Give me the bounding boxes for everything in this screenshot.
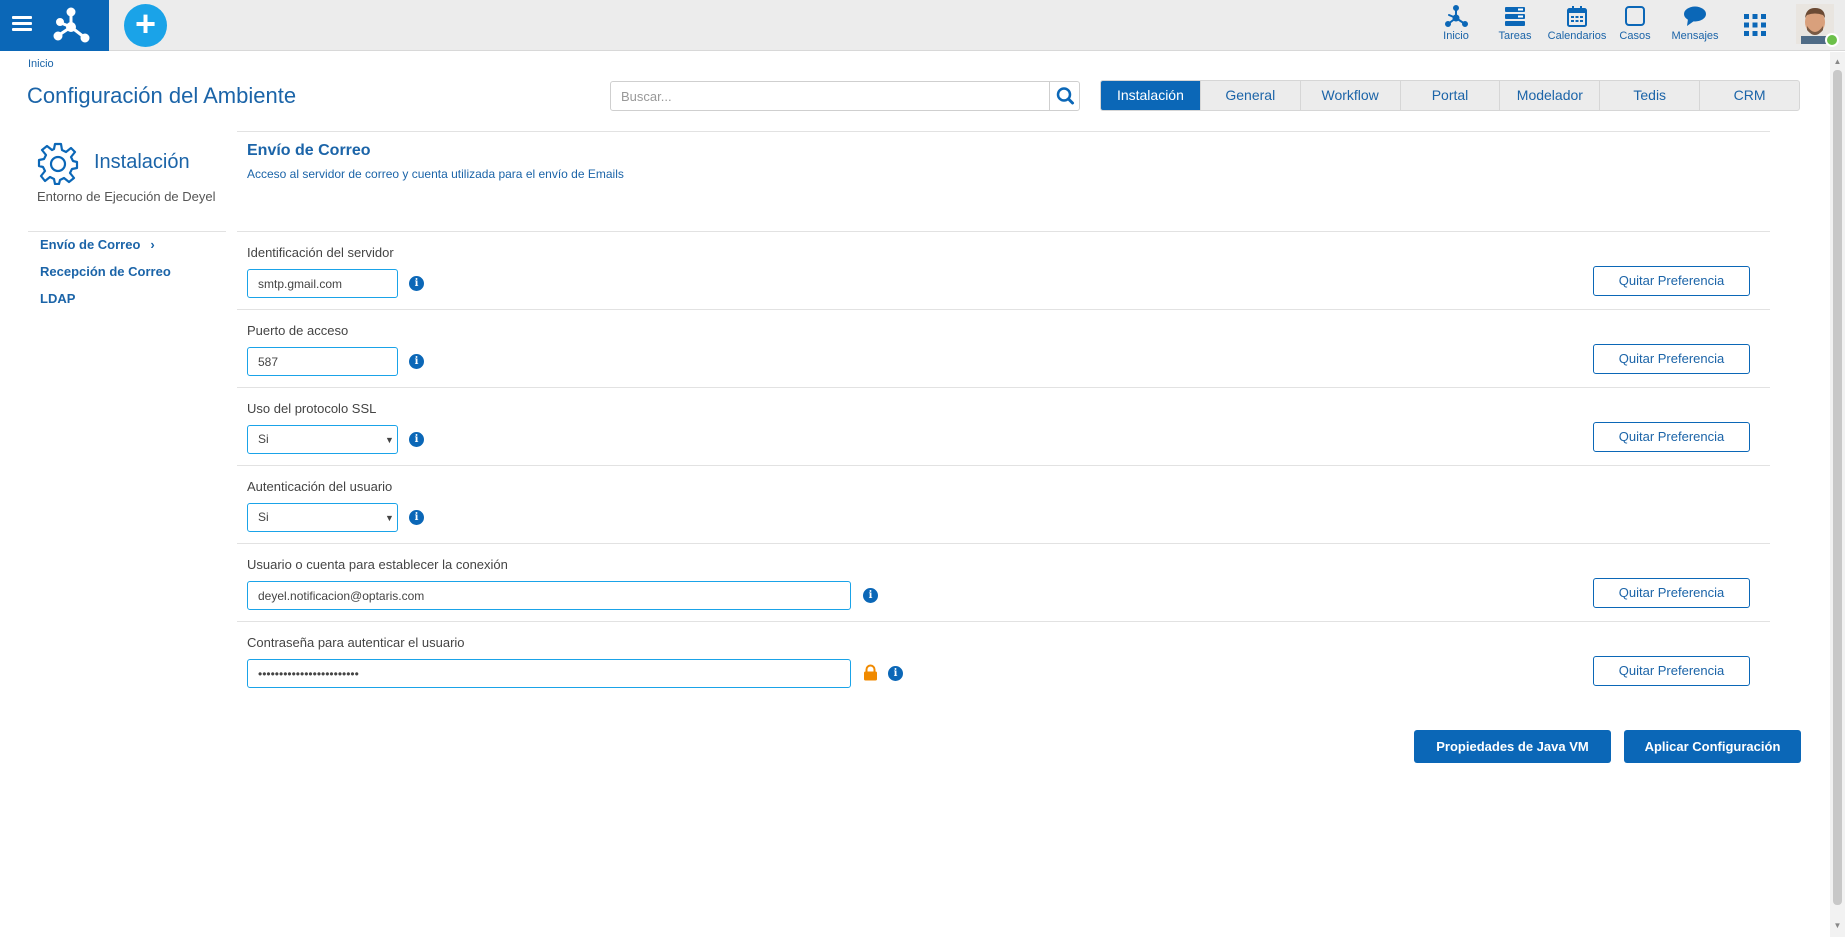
password-input[interactable] xyxy=(247,659,851,688)
sidebar-item-ldap[interactable]: LDAP xyxy=(40,288,171,315)
deyel-logo-icon[interactable] xyxy=(51,5,91,45)
breadcrumb[interactable]: Inicio xyxy=(28,58,54,70)
ssl-select[interactable]: Si xyxy=(247,425,398,454)
form-row-ssl: Uso del protocolo SSL Si ▼ i Quitar Pref… xyxy=(237,388,1770,466)
tab-modelador[interactable]: Modelador xyxy=(1500,81,1601,110)
tab-tedis[interactable]: Tedis xyxy=(1600,81,1701,110)
home-network-icon xyxy=(1445,5,1468,27)
java-vm-properties-button[interactable]: Propiedades de Java VM xyxy=(1414,730,1611,763)
info-icon[interactable]: i xyxy=(888,666,903,681)
info-icon[interactable]: i xyxy=(409,354,424,369)
server-input[interactable] xyxy=(247,269,398,298)
brand-block xyxy=(0,0,109,51)
page-title: Configuración del Ambiente xyxy=(27,83,297,108)
auth-select[interactable]: Si xyxy=(247,503,398,532)
top-bar: + Inicio Tareas Calendarios Casos Mensaj… xyxy=(0,0,1845,51)
form-row-user: Usuario o cuenta para establecer la cone… xyxy=(237,544,1770,622)
search-button[interactable] xyxy=(1049,82,1079,110)
search-input[interactable] xyxy=(611,82,1051,110)
field-label: Contraseña para autenticar el usuario xyxy=(247,635,465,650)
hamburger-menu-icon[interactable] xyxy=(10,13,34,37)
search-box xyxy=(610,81,1080,111)
chevron-right-icon: › xyxy=(150,237,155,252)
content-divider xyxy=(237,131,1770,132)
field-label: Autenticación del usuario xyxy=(247,479,393,494)
lock-icon[interactable] xyxy=(863,664,878,681)
scrollbar-thumb[interactable] xyxy=(1833,70,1842,905)
apps-grid-icon[interactable] xyxy=(1743,13,1767,37)
tab-instalacion[interactable]: Instalación xyxy=(1101,81,1201,110)
field-label: Uso del protocolo SSL xyxy=(247,401,377,416)
tab-general[interactable]: General xyxy=(1201,81,1301,110)
online-status-dot xyxy=(1825,33,1839,47)
user-account-input[interactable] xyxy=(247,581,851,610)
apply-configuration-button[interactable]: Aplicar Configuración xyxy=(1624,730,1801,763)
section-title: Instalación xyxy=(94,151,190,173)
remove-preference-button[interactable]: Quitar Preferencia xyxy=(1593,344,1750,374)
form-row-password: Contraseña para autenticar el usuario i … xyxy=(237,622,1770,700)
nav-label: Mensajes xyxy=(1671,30,1719,42)
remove-preference-button[interactable]: Quitar Preferencia xyxy=(1593,266,1750,296)
field-label: Puerto de acceso xyxy=(247,323,349,338)
sidebar-nav: Envío de Correo › Recepción de Correo LDA… xyxy=(40,234,171,315)
field-label: Usuario o cuenta para establecer la cone… xyxy=(247,557,508,572)
sidebar-divider xyxy=(28,231,226,232)
sidebar-item-label: Envío de Correo xyxy=(40,237,141,252)
add-new-button[interactable]: + xyxy=(124,4,167,47)
sidebar-item-label: Recepción de Correo xyxy=(40,264,171,279)
sidebar-item-label: LDAP xyxy=(40,291,76,306)
sidebar-item-recepcion-correo[interactable]: Recepción de Correo xyxy=(40,261,171,288)
tab-crm[interactable]: CRM xyxy=(1700,81,1799,110)
section-subtitle: Entorno de Ejecución de Deyel xyxy=(37,189,216,204)
nav-tareas[interactable]: Tareas xyxy=(1480,5,1550,49)
calendar-icon xyxy=(1567,6,1587,27)
messages-icon xyxy=(1684,6,1706,26)
scroll-up-icon[interactable]: ▲ xyxy=(1833,58,1842,66)
port-input[interactable] xyxy=(247,347,398,376)
cases-icon xyxy=(1625,6,1645,26)
scroll-down-icon[interactable]: ▼ xyxy=(1833,922,1842,930)
info-icon[interactable]: i xyxy=(409,510,424,525)
tab-portal[interactable]: Portal xyxy=(1401,81,1501,110)
search-icon xyxy=(1056,87,1074,105)
config-tabs: Instalación General Workflow Portal Mode… xyxy=(1100,80,1800,111)
form-row-auth: Autenticación del usuario Si ▼ i xyxy=(237,466,1770,544)
info-icon[interactable]: i xyxy=(409,432,424,447)
field-label: Identificación del servidor xyxy=(247,245,394,260)
form-row-server: Identificación del servidor i Quitar Pre… xyxy=(237,232,1770,310)
remove-preference-button[interactable]: Quitar Preferencia xyxy=(1593,578,1750,608)
tab-workflow[interactable]: Workflow xyxy=(1301,81,1401,110)
remove-preference-button[interactable]: Quitar Preferencia xyxy=(1593,422,1750,452)
form-row-port: Puerto de acceso i Quitar Preferencia xyxy=(237,310,1770,388)
gear-icon xyxy=(37,142,79,185)
nav-label: Tareas xyxy=(1498,30,1532,42)
form-subtitle: Acceso al servidor de correo y cuenta ut… xyxy=(247,167,624,181)
form-title: Envío de Correo xyxy=(247,142,371,159)
info-icon[interactable]: i xyxy=(409,276,424,291)
sidebar-item-envio-correo[interactable]: Envío de Correo › xyxy=(40,234,171,261)
tasks-icon xyxy=(1505,7,1525,26)
info-icon[interactable]: i xyxy=(863,588,878,603)
nav-mensajes[interactable]: Mensajes xyxy=(1660,5,1730,49)
remove-preference-button[interactable]: Quitar Preferencia xyxy=(1593,656,1750,686)
